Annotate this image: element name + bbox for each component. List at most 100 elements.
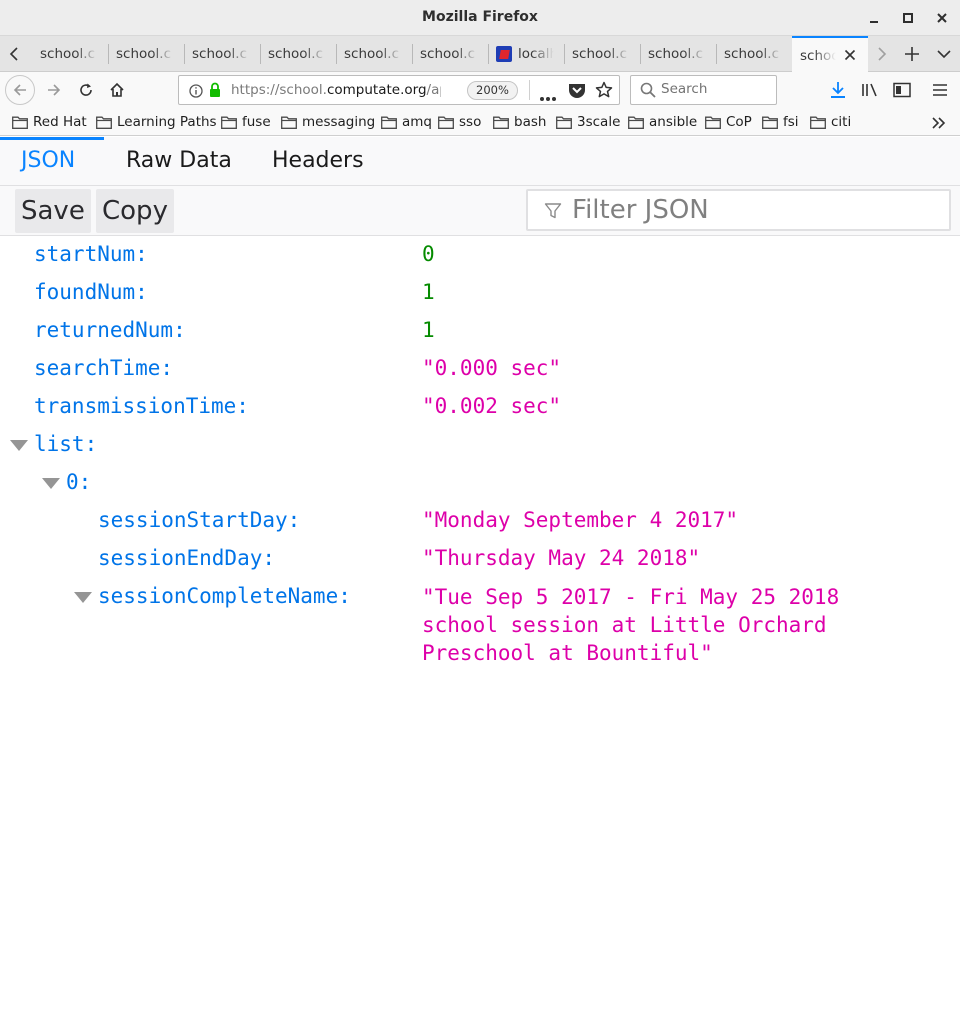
folder-icon: [556, 116, 572, 129]
tab-label: school.c: [724, 46, 782, 62]
bookmark-folder[interactable]: Red Hat: [12, 112, 87, 132]
tab-separator: [108, 44, 109, 64]
folder-icon: [381, 116, 397, 129]
bookmark-folder[interactable]: fsi: [762, 112, 799, 132]
new-tab-button[interactable]: [898, 36, 926, 72]
hamburger-menu-icon[interactable]: [926, 76, 954, 104]
bookmark-folder[interactable]: CoP: [705, 112, 752, 132]
json-key: sessionStartDay:: [98, 508, 301, 532]
tab-separator: [716, 44, 717, 64]
navigation-toolbar: https://school.computate.org/ap 200%: [0, 72, 960, 108]
json-row-sessionCompleteName[interactable]: sessionCompleteName:: [98, 584, 351, 616]
browser-tab[interactable]: school.c: [564, 36, 640, 72]
zoom-reset-button[interactable]: 200%: [467, 81, 518, 100]
browser-tab[interactable]: school.c: [412, 36, 488, 72]
json-row-returnedNum[interactable]: returnedNum:: [34, 318, 186, 350]
bookmark-folder[interactable]: ansible: [628, 112, 697, 132]
tab-separator: [336, 44, 337, 64]
json-key: startNum:: [34, 242, 148, 266]
url-bar[interactable]: https://school.computate.org/ap 200%: [178, 75, 620, 105]
url-prefix: https://school.: [231, 82, 327, 98]
json-row-sessionStartDay[interactable]: sessionStartDay:: [98, 508, 300, 540]
site-info-icon[interactable]: [189, 83, 203, 102]
browser-tab[interactable]: school.c: [32, 36, 108, 72]
json-key: sessionCompleteName:: [98, 584, 351, 608]
search-box[interactable]: [630, 75, 777, 105]
bookmark-folder[interactable]: 3scale: [556, 112, 620, 132]
json-value-string: "Monday September 4 2017": [422, 508, 739, 532]
tab-label: school.c: [116, 46, 174, 62]
tab-separator: [488, 44, 489, 64]
tab-label: school.c: [268, 46, 326, 62]
secure-lock-icon[interactable]: [209, 82, 221, 102]
tab-raw-data[interactable]: Raw Data: [126, 148, 232, 173]
downloads-icon[interactable]: [824, 76, 852, 104]
browser-tab-active[interactable]: schoo: [792, 36, 868, 73]
browser-tab[interactable]: school.c: [260, 36, 336, 72]
save-button[interactable]: Save: [15, 189, 91, 233]
browser-tab[interactable]: school.c: [336, 36, 412, 72]
bookmarks-toolbar: Red Hat Learning Paths fuse messaging am…: [0, 108, 960, 136]
close-window-button[interactable]: [930, 6, 954, 30]
bookmark-label: citi: [831, 114, 852, 130]
bookmark-folder[interactable]: bash: [493, 112, 546, 132]
bookmark-star-icon[interactable]: [595, 81, 613, 103]
more-bookmarks-chevron-icon[interactable]: [931, 113, 947, 133]
json-row-foundNum[interactable]: foundNum:: [34, 280, 148, 312]
maximize-button[interactable]: [896, 6, 920, 30]
expand-toggle-icon[interactable]: [10, 440, 28, 452]
bookmark-label: Learning Paths: [117, 114, 217, 130]
folder-icon: [221, 116, 237, 129]
json-row-sessionEndDay[interactable]: sessionEndDay:: [98, 546, 275, 578]
search-input[interactable]: [661, 81, 771, 97]
json-key: foundNum:: [34, 280, 148, 304]
active-tab-indicator: [0, 137, 104, 140]
json-row-searchTime[interactable]: searchTime:: [34, 356, 173, 388]
bookmark-folder[interactable]: sso: [438, 112, 481, 132]
url-text[interactable]: https://school.computate.org/ap: [231, 82, 441, 100]
scroll-tabs-right-button[interactable]: [868, 36, 896, 72]
tab-label: school.c: [648, 46, 706, 62]
back-button[interactable]: [5, 75, 35, 105]
viewer-toolbar: Save Copy: [0, 186, 960, 236]
json-viewer: JSON Raw Data Headers Save Copy startNum…: [0, 137, 960, 1020]
json-row-item-0[interactable]: 0:: [66, 470, 91, 502]
tab-separator: [412, 44, 413, 64]
expand-toggle-icon[interactable]: [42, 478, 60, 490]
json-value-string: "0.002 sec": [422, 394, 562, 418]
minimize-button[interactable]: [862, 6, 886, 30]
forward-button[interactable]: [40, 76, 68, 104]
json-row-list[interactable]: list:: [34, 432, 97, 464]
bookmark-folder[interactable]: citi: [810, 112, 851, 132]
filter-json-input[interactable]: [572, 195, 932, 225]
filter-json-box[interactable]: [526, 189, 951, 231]
bookmark-folder[interactable]: messaging: [281, 112, 375, 132]
browser-tab[interactable]: localh: [488, 36, 564, 72]
browser-tab[interactable]: school.c: [184, 36, 260, 72]
browser-tab[interactable]: school.c: [716, 36, 792, 72]
library-icon[interactable]: [856, 76, 884, 104]
json-key: 0:: [66, 470, 92, 494]
scroll-tabs-left-button[interactable]: [0, 36, 28, 72]
json-row-transmissionTime[interactable]: transmissionTime:: [34, 394, 249, 426]
json-row-startNum[interactable]: startNum:: [34, 242, 148, 274]
tab-label: school.c: [344, 46, 402, 62]
browser-tab[interactable]: school.c: [640, 36, 716, 72]
reload-button[interactable]: [72, 76, 100, 104]
page-actions-icon[interactable]: [539, 87, 557, 106]
expand-toggle-icon[interactable]: [74, 592, 92, 604]
home-button[interactable]: [103, 76, 131, 104]
bookmark-folder[interactable]: fuse: [221, 112, 271, 132]
copy-button[interactable]: Copy: [96, 189, 174, 233]
bookmark-folder[interactable]: amq: [381, 112, 432, 132]
browser-tab[interactable]: school.c: [108, 36, 184, 72]
tab-headers[interactable]: Headers: [272, 148, 364, 173]
pocket-icon[interactable]: [568, 82, 586, 103]
tab-json[interactable]: JSON: [21, 148, 75, 173]
tab-label: school.c: [40, 46, 98, 62]
bookmark-label: amq: [402, 114, 432, 130]
close-tab-icon[interactable]: [844, 49, 856, 65]
bookmark-folder[interactable]: Learning Paths: [96, 112, 217, 132]
sidebar-toggle-icon[interactable]: [888, 76, 916, 104]
list-all-tabs-button[interactable]: [930, 36, 958, 72]
